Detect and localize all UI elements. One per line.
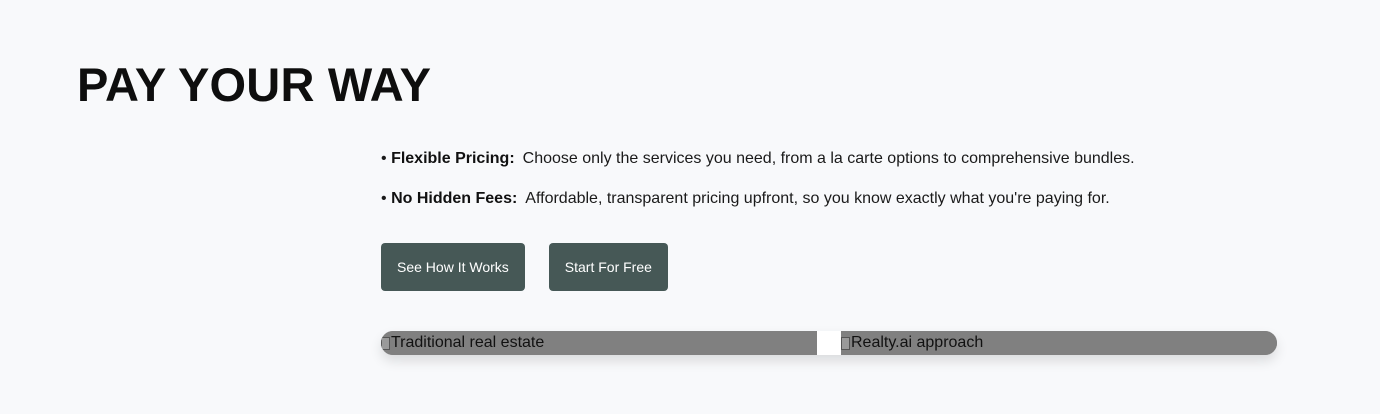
broken-image-icon [841,336,850,350]
feature-list: • Flexible Pricing: Choose only the servi… [381,147,1281,211]
feature-item-no-hidden-fees: • No Hidden Fees: Affordable, transparent… [381,187,1281,211]
broken-image-icon [381,336,390,350]
feature-description: Choose only the services you need, from … [522,150,1135,167]
start-for-free-button[interactable]: Start For Free [548,243,668,291]
cta-group: See How It Works Start For Free [381,243,668,291]
feature-title: Flexible Pricing: [391,150,515,167]
traditional-real-estate-image: Traditional real estate [381,331,817,355]
page-title: PAY YOUR WAY [77,58,432,111]
see-how-it-works-button[interactable]: See How It Works [381,243,525,291]
feature-title: No Hidden Fees: [391,190,518,207]
feature-item-flexible-pricing: • Flexible Pricing: Choose only the servi… [381,147,1281,171]
before-after-comparison-slider[interactable]: Traditional real estate Realty.ai approa… [381,331,1277,355]
image-alt-text: Traditional real estate [391,334,545,351]
bullet-marker: • [381,190,387,207]
image-alt-text: Realty.ai approach [851,334,984,351]
bullet-marker: • [381,150,387,167]
realty-ai-approach-image: Realty.ai approach [841,331,1277,355]
comparison-slider-handle[interactable] [817,331,841,355]
feature-description: Affordable, transparent pricing upfront,… [525,190,1110,207]
